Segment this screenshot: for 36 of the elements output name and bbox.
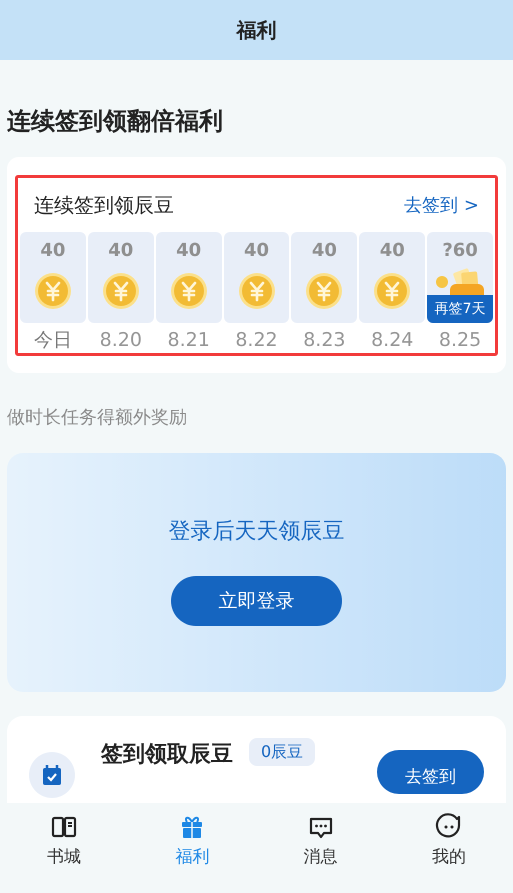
day-amount: 40: [176, 240, 202, 262]
page-title: 福利: [236, 17, 276, 44]
day-date: 8.22: [235, 328, 278, 353]
day-amount: 40: [40, 240, 66, 262]
tab-item[interactable]: 消息: [256, 803, 385, 893]
section-heading: 连续签到领翻倍福利: [7, 106, 224, 137]
login-button[interactable]: 立即登录: [171, 576, 342, 626]
day-date: 今日: [34, 328, 72, 353]
coin-icon: [34, 272, 72, 310]
checkin-link[interactable]: 去签到 >: [404, 192, 479, 218]
card-title: 连续签到领辰豆: [34, 192, 174, 219]
day-date: 8.21: [167, 328, 210, 353]
day-amount: 40: [244, 240, 270, 262]
day-amount: 40: [108, 240, 134, 262]
tab-item[interactable]: 福利: [128, 803, 256, 893]
task-reward-badge: 0辰豆: [249, 738, 316, 766]
day-date: 8.23: [303, 328, 346, 353]
calendar-icon: [40, 763, 64, 787]
checkin-button[interactable]: 去签到: [377, 750, 484, 794]
day-date: 8.20: [100, 328, 142, 353]
tasks-hint: 做时长任务得额外奖励: [7, 406, 188, 430]
tab-item[interactable]: 我的: [384, 803, 513, 893]
coin-icon: [305, 272, 344, 310]
day-badge: 再签7天: [427, 295, 494, 323]
coin-icon: [102, 272, 140, 310]
day-amount: ?60: [442, 240, 478, 262]
day-date: 8.24: [371, 328, 414, 353]
task-title: 签到领取辰豆: [101, 741, 233, 769]
coin-icon: [238, 272, 276, 310]
day-amount: 40: [380, 240, 405, 262]
login-message: 登录后天天领辰豆: [168, 518, 344, 546]
coin-icon: [170, 272, 208, 310]
coin-icon: [373, 272, 412, 310]
day-date: 8.25: [438, 328, 482, 353]
day-amount: 40: [312, 240, 337, 262]
tab-item[interactable]: 书城: [0, 803, 128, 893]
